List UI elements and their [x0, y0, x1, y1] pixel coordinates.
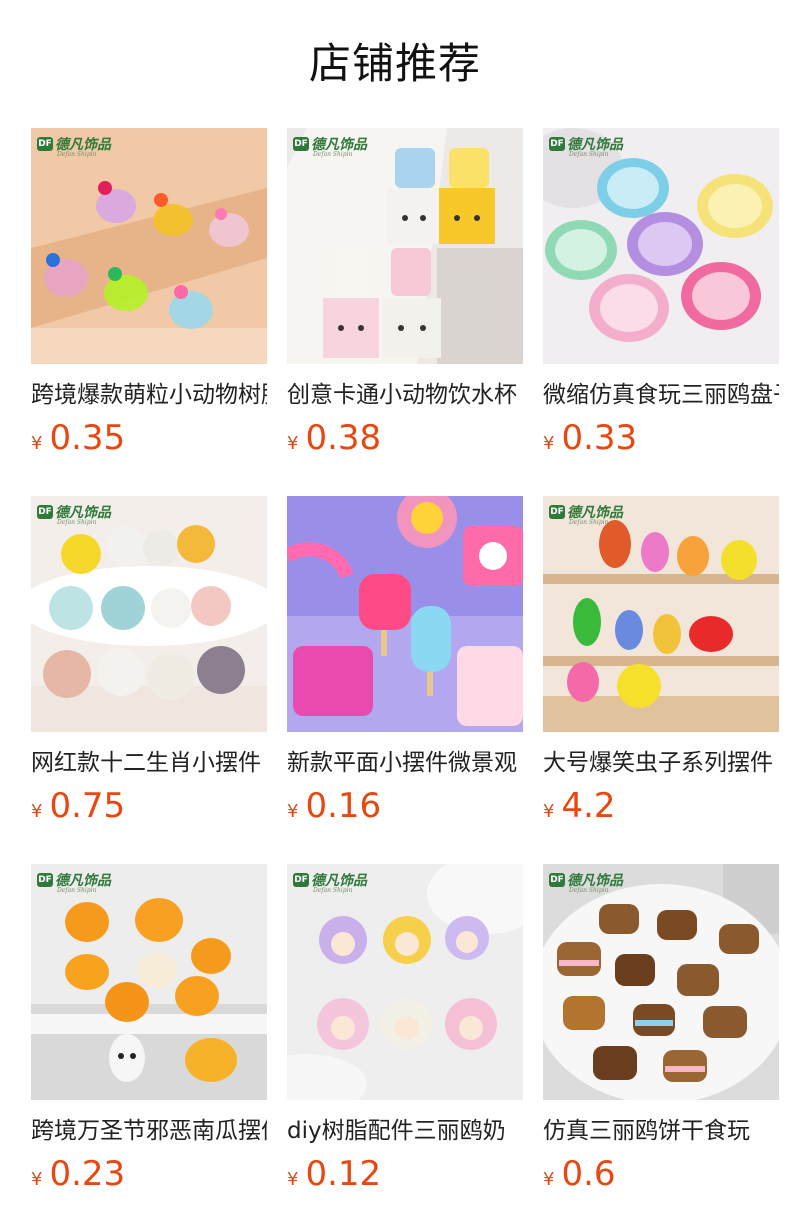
price-value: 0.33 — [561, 418, 638, 458]
product-photo-zodiac-figures — [31, 496, 267, 732]
product-price: ¥ 0.35 — [31, 418, 267, 458]
brand-subtitle: Defan Shipin — [569, 887, 609, 894]
product-image[interactable] — [287, 496, 523, 732]
currency-symbol: ¥ — [287, 801, 299, 822]
brand-logo: DF — [293, 873, 309, 887]
product-price: ¥ 0.23 — [31, 1154, 267, 1194]
brand-subtitle: Defan Shipin — [569, 519, 609, 526]
product-photo-cups — [287, 128, 523, 364]
currency-symbol: ¥ — [543, 433, 555, 454]
price-value: 0.38 — [305, 418, 382, 458]
product-photo-flat-charms — [287, 496, 523, 732]
product-card[interactable]: DF 德凡饰品 Defan Shipin 微缩仿真食玩三丽鸥盘子 ¥ 0.33 — [543, 128, 779, 496]
product-card[interactable]: DF 德凡饰品 Defan Shipin 仿真三丽鸥饼干食玩 ¥ 0.6 — [543, 864, 779, 1232]
product-card[interactable]: DF 德凡饰品 Defan Shipin 跨境爆款萌粒小动物树脂摆件 ¥ 0.3… — [31, 128, 267, 496]
brand-watermark: DF 德凡饰品 Defan Shipin — [37, 134, 111, 158]
product-image[interactable]: DF 德凡饰品 Defan Shipin — [543, 128, 779, 364]
brand-subtitle: Defan Shipin — [313, 887, 353, 894]
brand-watermark: DF 德凡饰品 Defan Shipin — [37, 870, 111, 894]
product-photo-resin-animals — [31, 128, 267, 364]
product-photo-larva-figures — [543, 496, 779, 732]
price-value: 0.23 — [49, 1154, 126, 1194]
brand-logo: DF — [37, 873, 53, 887]
price-value: 0.16 — [305, 786, 382, 826]
brand-watermark: DF 德凡饰品 Defan Shipin — [549, 502, 623, 526]
product-price: ¥ 0.75 — [31, 786, 267, 826]
brand-logo: DF — [549, 505, 565, 519]
brand-subtitle: Defan Shipin — [57, 887, 97, 894]
product-image[interactable]: DF 德凡饰品 Defan Shipin — [31, 864, 267, 1100]
product-card[interactable]: DF 德凡饰品 Defan Shipin diy树脂配件三丽鸥奶 ¥ 0.12 — [287, 864, 523, 1232]
product-name[interactable]: 网红款十二生肖小摆件 — [31, 746, 267, 780]
brand-logo: DF — [549, 137, 565, 151]
brand-watermark: DF 德凡饰品 Defan Shipin — [293, 870, 367, 894]
product-image[interactable]: DF 德凡饰品 Defan Shipin — [31, 128, 267, 364]
shop-recommend-page: 店铺推荐 DF 德凡饰品 Defan Shipin 跨境爆款萌粒小动物树 ¥ 0… — [0, 0, 790, 1232]
product-card[interactable]: DF 德凡饰品 Defan Shipin 跨境万圣节邪恶南瓜摆件 ¥ 0.23 — [31, 864, 267, 1232]
product-image[interactable]: DF 德凡饰品 Defan Shipin — [287, 864, 523, 1100]
product-card[interactable]: DF 德凡饰品 Defan Shipin 网红款十二生肖小摆件 ¥ 0.75 — [31, 496, 267, 864]
product-name[interactable]: 大号爆笑虫子系列摆件 — [543, 746, 779, 780]
currency-symbol: ¥ — [31, 433, 43, 454]
product-image[interactable]: DF 德凡饰品 Defan Shipin — [543, 496, 779, 732]
product-price: ¥ 0.12 — [287, 1154, 523, 1194]
product-image[interactable]: DF 德凡饰品 Defan Shipin — [31, 496, 267, 732]
product-card[interactable]: DF 德凡饰品 Defan Shipin 创意卡通小动物饮水杯 ¥ 0.38 — [287, 128, 523, 496]
currency-symbol: ¥ — [31, 1169, 43, 1190]
product-name[interactable]: 新款平面小摆件微景观 — [287, 746, 523, 780]
brand-watermark: DF 德凡饰品 Defan Shipin — [293, 134, 367, 158]
currency-symbol: ¥ — [287, 433, 299, 454]
brand-watermark: DF 德凡饰品 Defan Shipin — [549, 870, 623, 894]
price-value: 4.2 — [561, 786, 616, 826]
price-value: 0.75 — [49, 786, 126, 826]
product-name[interactable]: 仿真三丽鸥饼干食玩 — [543, 1114, 779, 1148]
product-price: ¥ 0.16 — [287, 786, 523, 826]
product-image[interactable]: DF 德凡饰品 Defan Shipin — [287, 128, 523, 364]
brand-subtitle: Defan Shipin — [57, 519, 97, 526]
product-card[interactable]: 新款平面小摆件微景观 ¥ 0.16 — [287, 496, 523, 864]
brand-logo: DF — [37, 505, 53, 519]
product-name[interactable]: 微缩仿真食玩三丽鸥盘子 — [543, 378, 779, 412]
product-price: ¥ 0.38 — [287, 418, 523, 458]
product-image[interactable]: DF 德凡饰品 Defan Shipin — [543, 864, 779, 1100]
product-photo-biscuits — [543, 864, 779, 1100]
currency-symbol: ¥ — [287, 1169, 299, 1190]
price-value: 0.12 — [305, 1154, 382, 1194]
product-name[interactable]: 跨境万圣节邪恶南瓜摆件 — [31, 1114, 267, 1148]
brand-subtitle: Defan Shipin — [57, 151, 97, 158]
price-value: 0.35 — [49, 418, 126, 458]
brand-logo: DF — [37, 137, 53, 151]
price-value: 0.6 — [561, 1154, 616, 1194]
product-photo-halloween-pumpkins — [31, 864, 267, 1100]
brand-logo: DF — [293, 137, 309, 151]
currency-symbol: ¥ — [543, 801, 555, 822]
brand-watermark: DF 德凡饰品 Defan Shipin — [37, 502, 111, 526]
brand-subtitle: Defan Shipin — [569, 151, 609, 158]
product-name[interactable]: 创意卡通小动物饮水杯 — [287, 378, 523, 412]
product-card[interactable]: DF 德凡饰品 Defan Shipin 大号爆笑虫子系列摆件 ¥ 4.2 — [543, 496, 779, 864]
page-title: 店铺推荐 — [308, 39, 481, 88]
product-name[interactable]: diy树脂配件三丽鸥奶 — [287, 1114, 523, 1148]
currency-symbol: ¥ — [31, 801, 43, 822]
brand-logo: DF — [549, 873, 565, 887]
brand-watermark: DF 德凡饰品 Defan Shipin — [549, 134, 623, 158]
product-name[interactable]: 跨境爆款萌粒小动物树脂摆件 — [31, 378, 267, 412]
product-price: ¥ 0.33 — [543, 418, 779, 458]
product-photo-plates — [543, 128, 779, 364]
product-photo-resin-charms — [287, 864, 523, 1100]
brand-subtitle: Defan Shipin — [313, 151, 353, 158]
product-price: ¥ 4.2 — [543, 786, 779, 826]
currency-symbol: ¥ — [543, 1169, 555, 1190]
product-price: ¥ 0.6 — [543, 1154, 779, 1194]
product-grid: DF 德凡饰品 Defan Shipin 跨境爆款萌粒小动物树脂摆件 ¥ 0.3… — [31, 128, 781, 1232]
